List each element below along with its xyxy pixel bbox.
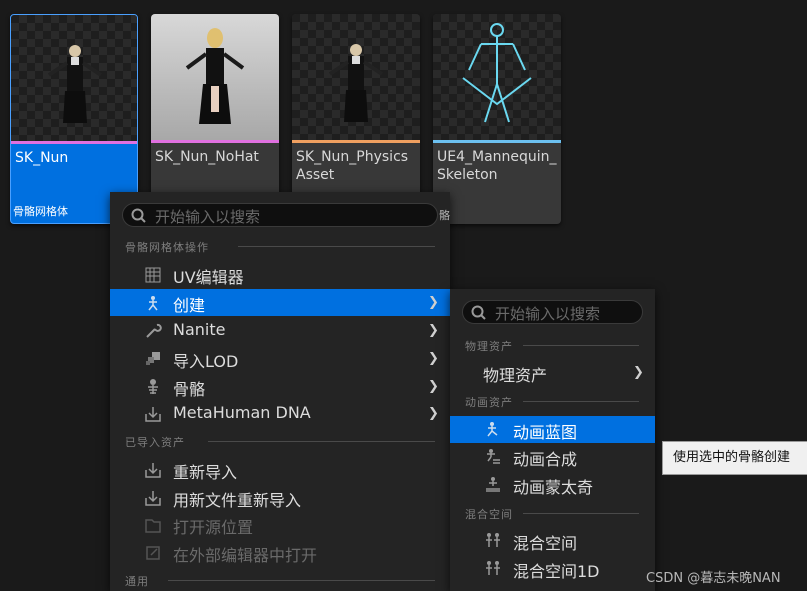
divider (208, 441, 435, 442)
tooltip: 使用选中的骨骼创建 (662, 441, 807, 475)
asset-tile-mannequin-skeleton[interactable]: UE4_Mannequin_ Skeleton (433, 14, 561, 224)
section-header: 混合空间 (465, 508, 513, 521)
menu-item-reimport[interactable]: 重新导入 (110, 456, 450, 483)
thumbnail (151, 14, 279, 140)
section-header: 通用 (125, 575, 149, 588)
menu-item-open-source-location[interactable]: 打开源位置 (110, 511, 450, 538)
asset-name: SK_Nun (15, 150, 69, 166)
menu-item-blendspace-1d[interactable]: 混合空间1D (450, 555, 655, 582)
menu-item-label: 在外部编辑器中打开 (173, 546, 318, 565)
asset-type-label: 骼 (439, 209, 450, 222)
menu-item-metahuman-dna[interactable]: MetaHuman DNA ❯ (110, 400, 450, 427)
thumbnail (433, 14, 561, 140)
menu-item-import-lod[interactable]: 导入LOD ❯ (110, 345, 450, 372)
create-submenu: 开始输入以搜索 物理资产 物理资产 ❯ 动画资产 动画蓝图 动画合成 动画蒙太奇… (450, 289, 655, 591)
section-header: 动画资产 (465, 396, 513, 409)
character-thumbnail-icon (185, 28, 245, 124)
divider (523, 345, 639, 346)
menu-item-open-external-editor[interactable]: 在外部编辑器中打开 (110, 539, 450, 566)
skeleton-thumbnail-icon (462, 23, 532, 123)
search-icon (471, 305, 486, 320)
menu-item-create[interactable]: 创建 ❯ (110, 289, 450, 316)
context-menu: 开始输入以搜索 骨骼网格体操作 UV编辑器 创建 ❯ Nanite ❯ 导入LO… (110, 192, 450, 591)
animation-icon (148, 296, 158, 311)
asset-type-label: 骨骼网格体 (13, 205, 68, 218)
search-icon (131, 208, 146, 223)
chevron-right-icon: ❯ (428, 295, 439, 310)
menu-item-anim-composite[interactable]: 动画蒙太奇 (450, 471, 655, 498)
divider (523, 513, 639, 514)
chevron-right-icon: ❯ (428, 406, 439, 421)
asset-name: SK_Nun_Physics Asset (296, 149, 409, 183)
blendspace1d-icon (486, 561, 500, 575)
anim-blueprint-icon (487, 422, 498, 437)
folder-icon (145, 519, 161, 533)
search-placeholder: 开始输入以搜索 (155, 208, 261, 226)
menu-item-label: 混合空间 (513, 534, 578, 553)
chevron-right-icon: ❯ (633, 365, 644, 380)
blendspace-icon (486, 533, 500, 547)
chevron-right-icon: ❯ (428, 351, 439, 366)
menu-item-label: 动画蓝图 (513, 423, 578, 442)
menu-item-label: 打开源位置 (173, 518, 254, 537)
asset-type-bar (292, 140, 420, 143)
import-icon (145, 407, 161, 422)
asset-name: SK_Nun_NoHat (155, 149, 259, 165)
chevron-right-icon: ❯ (428, 323, 439, 338)
thumbnail (11, 15, 137, 141)
import-icon (145, 463, 161, 478)
divider (238, 246, 435, 247)
menu-item-label: 用新文件重新导入 (173, 491, 302, 510)
lod-icon (146, 352, 160, 365)
search-input[interactable]: 开始输入以搜索 (122, 203, 438, 227)
watermark: CSDN @暮志未晚NAN (646, 571, 781, 586)
search-input[interactable]: 开始输入以搜索 (462, 300, 643, 324)
section-header: 骨骼网格体操作 (125, 241, 209, 254)
anim-composite-icon (486, 477, 500, 492)
divider (523, 401, 639, 402)
search-placeholder: 开始输入以搜索 (495, 305, 601, 323)
menu-item-uv-editor[interactable]: UV编辑器 (110, 261, 450, 288)
thumbnail (292, 14, 420, 140)
skeleton-icon (148, 379, 158, 394)
menu-item-physics-asset[interactable]: 物理资产 ❯ (450, 359, 655, 386)
menu-item-reimport-new-file[interactable]: 用新文件重新导入 (110, 484, 450, 511)
menu-item-label: 物理资产 (483, 366, 548, 385)
menu-item-blendspace[interactable]: 混合空间 (450, 527, 655, 554)
menu-item-label: UV编辑器 (173, 268, 244, 287)
anim-montage-icon (487, 449, 500, 464)
chevron-right-icon: ❯ (428, 379, 439, 394)
menu-item-label: 动画蒙太奇 (513, 478, 594, 497)
menu-item-label: 混合空间1D (513, 562, 600, 581)
import-icon (145, 491, 161, 506)
menu-item-anim-montage[interactable]: 动画合成 (450, 443, 655, 470)
menu-item-label: 创建 (173, 296, 206, 315)
menu-item-nanite[interactable]: Nanite ❯ (110, 317, 450, 344)
character-thumbnail-icon (328, 44, 384, 122)
section-header: 已导入资产 (125, 436, 185, 449)
asset-name: UE4_Mannequin_ Skeleton (437, 149, 557, 183)
grid-icon (145, 267, 161, 283)
menu-item-label: 动画合成 (513, 450, 578, 469)
external-icon (146, 546, 160, 560)
menu-item-skeleton[interactable]: 骨骼 ❯ (110, 373, 450, 400)
menu-item-label: 重新导入 (173, 463, 238, 482)
character-thumbnail-icon (47, 45, 103, 123)
section-header: 物理资产 (465, 340, 513, 353)
menu-item-label: 导入LOD (173, 352, 239, 371)
asset-type-bar (433, 140, 561, 143)
menu-item-label: Nanite (173, 320, 226, 339)
menu-item-label: 骨骼 (173, 380, 206, 399)
divider (168, 580, 435, 581)
asset-type-bar (151, 140, 279, 143)
menu-item-label: MetaHuman DNA (173, 403, 311, 422)
menu-item-anim-blueprint[interactable]: 动画蓝图 (450, 416, 655, 443)
asset-type-bar (11, 141, 137, 144)
wrench-icon (146, 323, 162, 338)
